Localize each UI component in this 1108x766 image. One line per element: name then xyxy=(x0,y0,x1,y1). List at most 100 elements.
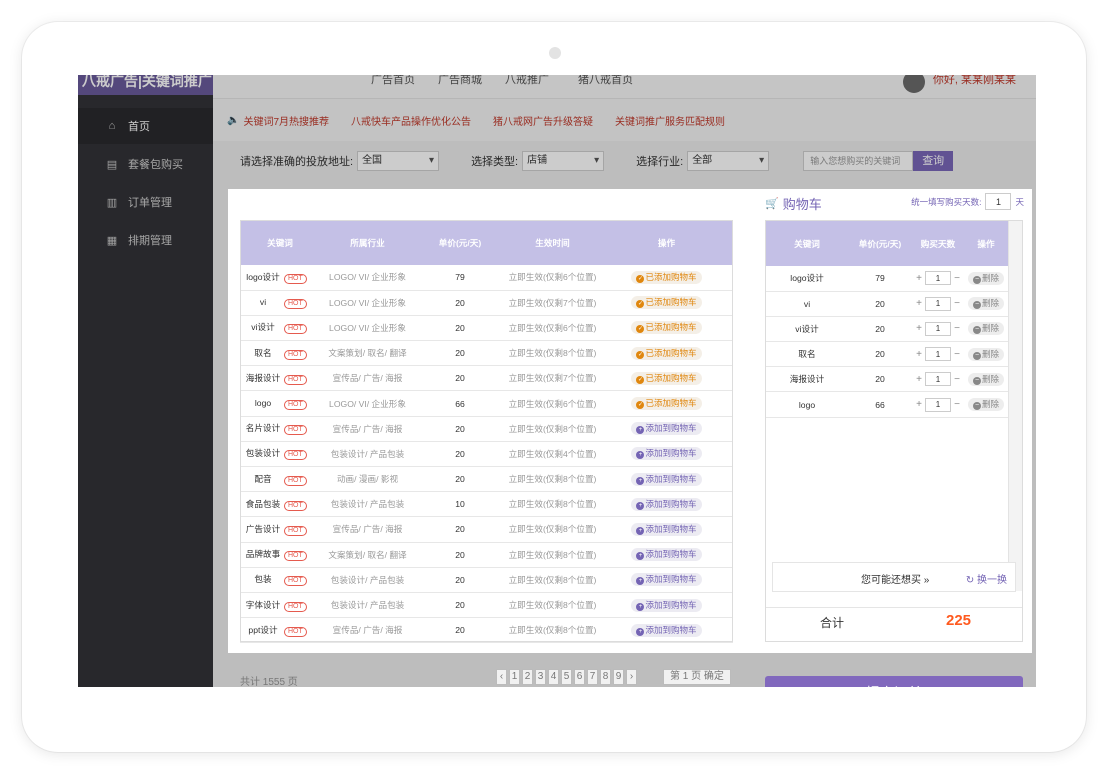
minus-icon[interactable]: − xyxy=(953,298,961,309)
page-number[interactable]: 9 xyxy=(613,669,624,685)
hot-badge: HOT xyxy=(284,399,307,410)
col-header-action: 操作 xyxy=(600,220,733,265)
keyword-text: 食品包装 xyxy=(245,498,281,509)
action-label: 添加到购物车 xyxy=(645,523,697,534)
industry-cell: 文案策划/ 取名/ 翻译 xyxy=(320,542,415,568)
table-row: 品牌故事 HOT 文案策划/ 取名/ 翻译 20 立即生效(仅剩8个位置) + 添加到购物车 xyxy=(240,542,733,568)
action-cell: + 添加到购物车 xyxy=(600,516,733,543)
added-to-cart-button[interactable]: ✓ 已添加购物车 xyxy=(631,270,702,284)
action-cell: + 添加到购物车 xyxy=(600,466,733,493)
unified-days-input[interactable] xyxy=(985,193,1012,210)
minus-icon[interactable]: − xyxy=(953,349,961,360)
plus-icon[interactable]: + xyxy=(915,298,923,309)
days-stepper: +− xyxy=(915,397,961,412)
action-label: 已添加购物车 xyxy=(645,372,697,383)
page-number[interactable]: 4 xyxy=(548,669,559,685)
camera-dot xyxy=(549,47,561,59)
action-label: 添加到购物车 xyxy=(645,473,697,484)
page-number[interactable]: 2 xyxy=(522,669,533,685)
cart-price: 66 xyxy=(848,391,912,418)
price-cell: 20 xyxy=(415,416,505,442)
price-cell: 20 xyxy=(415,290,505,316)
minus-icon[interactable]: − xyxy=(953,374,961,385)
industry-cell: 包装设计/ 产品包装 xyxy=(320,567,415,593)
plus-icon[interactable]: + xyxy=(915,273,923,284)
cart-action-cell: − 删除 xyxy=(964,316,1008,343)
page-number[interactable]: 6 xyxy=(574,669,585,685)
delete-button[interactable]: − 删除 xyxy=(967,322,1004,336)
cart-scrollbar[interactable] xyxy=(1008,221,1022,591)
swap-button[interactable]: ↻ 换一换 xyxy=(966,571,1007,586)
add-to-cart-button[interactable]: + 添加到购物车 xyxy=(631,522,702,536)
hot-badge: HOT xyxy=(284,349,307,360)
industry-cell: 宣传品/ 广告/ 海报 xyxy=(320,617,415,644)
keyword-cell: 取名 HOT xyxy=(240,340,320,367)
page-number[interactable]: 8 xyxy=(600,669,611,685)
add-to-cart-button[interactable]: + 添加到购物车 xyxy=(631,573,702,587)
days-input[interactable] xyxy=(925,372,951,387)
delete-button[interactable]: − 删除 xyxy=(967,297,1004,311)
delete-button[interactable]: − 删除 xyxy=(967,398,1004,412)
days-input[interactable] xyxy=(925,296,951,311)
days-input[interactable] xyxy=(925,397,951,412)
added-to-cart-button[interactable]: ✓ 已添加购物车 xyxy=(631,397,702,411)
cart-row: logo设计79+−−删除 xyxy=(766,266,1008,292)
action-label: 添加到购物车 xyxy=(645,448,697,459)
delete-button[interactable]: − 删除 xyxy=(967,347,1004,361)
keyword-text: ppt设计 xyxy=(248,624,278,635)
cart-row: 取名20+−−删除 xyxy=(766,341,1008,368)
page-number[interactable]: 5 xyxy=(561,669,572,685)
check-circle-icon: ✓ xyxy=(636,300,645,309)
industry-cell: 包装设计/ 产品包装 xyxy=(320,441,415,468)
days-input[interactable] xyxy=(925,347,951,362)
add-to-cart-button[interactable]: + 添加到购物车 xyxy=(631,548,702,562)
added-to-cart-button[interactable]: ✓ 已添加购物车 xyxy=(631,321,702,335)
prev-page-button[interactable]: ‹ xyxy=(496,669,507,685)
cart-table: 关键词 单价(元/天) 购买天数 操作 logo设计79+−−删除vi20+−−… xyxy=(766,221,1008,418)
page-jump[interactable]: 第 1 页 确定 xyxy=(663,669,731,685)
page-number[interactable]: 1 xyxy=(509,669,520,685)
submit-order-button[interactable]: 提交订单 xyxy=(765,676,1023,687)
page-number[interactable]: 3 xyxy=(535,669,546,685)
page-number[interactable]: 7 xyxy=(587,669,598,685)
days-input[interactable] xyxy=(925,271,951,286)
plus-circle-icon: + xyxy=(636,627,645,636)
add-to-cart-button[interactable]: + 添加到购物车 xyxy=(631,598,702,612)
effective-cell: 立即生效(仅剩8个位置) xyxy=(505,416,600,442)
cart-keyword: 取名 xyxy=(766,341,848,368)
table-row: logo HOT LOGO/ VI/ 企业形象 66 立即生效(仅剩6个位置) ✓ 已添加购… xyxy=(240,390,733,417)
plus-icon[interactable]: + xyxy=(915,349,923,360)
cart-price: 79 xyxy=(848,266,912,292)
add-to-cart-button[interactable]: + 添加到购物车 xyxy=(631,447,702,461)
minus-icon[interactable]: − xyxy=(953,399,961,410)
added-to-cart-button[interactable]: ✓ 已添加购物车 xyxy=(631,346,702,360)
price-cell: 79 xyxy=(415,265,505,291)
minus-icon[interactable]: − xyxy=(953,273,961,284)
industry-cell: LOGO/ VI/ 企业形象 xyxy=(320,315,415,342)
plus-icon[interactable]: + xyxy=(915,399,923,410)
action-label: 已添加购物车 xyxy=(645,398,697,409)
days-input[interactable] xyxy=(925,321,951,336)
might-buy-label[interactable]: 您可能还想买 » xyxy=(861,571,929,586)
added-to-cart-button[interactable]: ✓ 已添加购物车 xyxy=(631,296,702,310)
add-to-cart-button[interactable]: + 添加到购物车 xyxy=(631,497,702,511)
next-page-button[interactable]: › xyxy=(626,669,637,685)
add-to-cart-button[interactable]: + 添加到购物车 xyxy=(631,472,702,486)
plus-icon[interactable]: + xyxy=(915,374,923,385)
plus-icon[interactable]: + xyxy=(915,323,923,334)
col-header-price: 单价(元/天) xyxy=(415,220,505,265)
keyword-text: 广告设计 xyxy=(245,523,281,534)
delete-button[interactable]: − 删除 xyxy=(967,372,1004,386)
add-to-cart-button[interactable]: + 添加到购物车 xyxy=(631,623,702,637)
keyword-text: 配音 xyxy=(254,473,272,484)
cart-days-cell: +− xyxy=(912,366,964,393)
added-to-cart-button[interactable]: ✓ 已添加购物车 xyxy=(631,371,702,385)
delete-button[interactable]: − 删除 xyxy=(967,271,1004,285)
might-buy-text: 您可能还想买 xyxy=(861,575,921,586)
minus-icon[interactable]: − xyxy=(953,323,961,334)
keyword-text: logo设计 xyxy=(246,271,280,282)
add-to-cart-button[interactable]: + 添加到购物车 xyxy=(631,422,702,436)
cart-keyword: 海报设计 xyxy=(766,366,848,393)
keyword-panel: 关键词 所属行业 单价(元/天) 生效时间 操作 logo设计 HOT LOGO/ … xyxy=(228,189,1032,653)
action-label: 添加到购物车 xyxy=(645,423,697,434)
